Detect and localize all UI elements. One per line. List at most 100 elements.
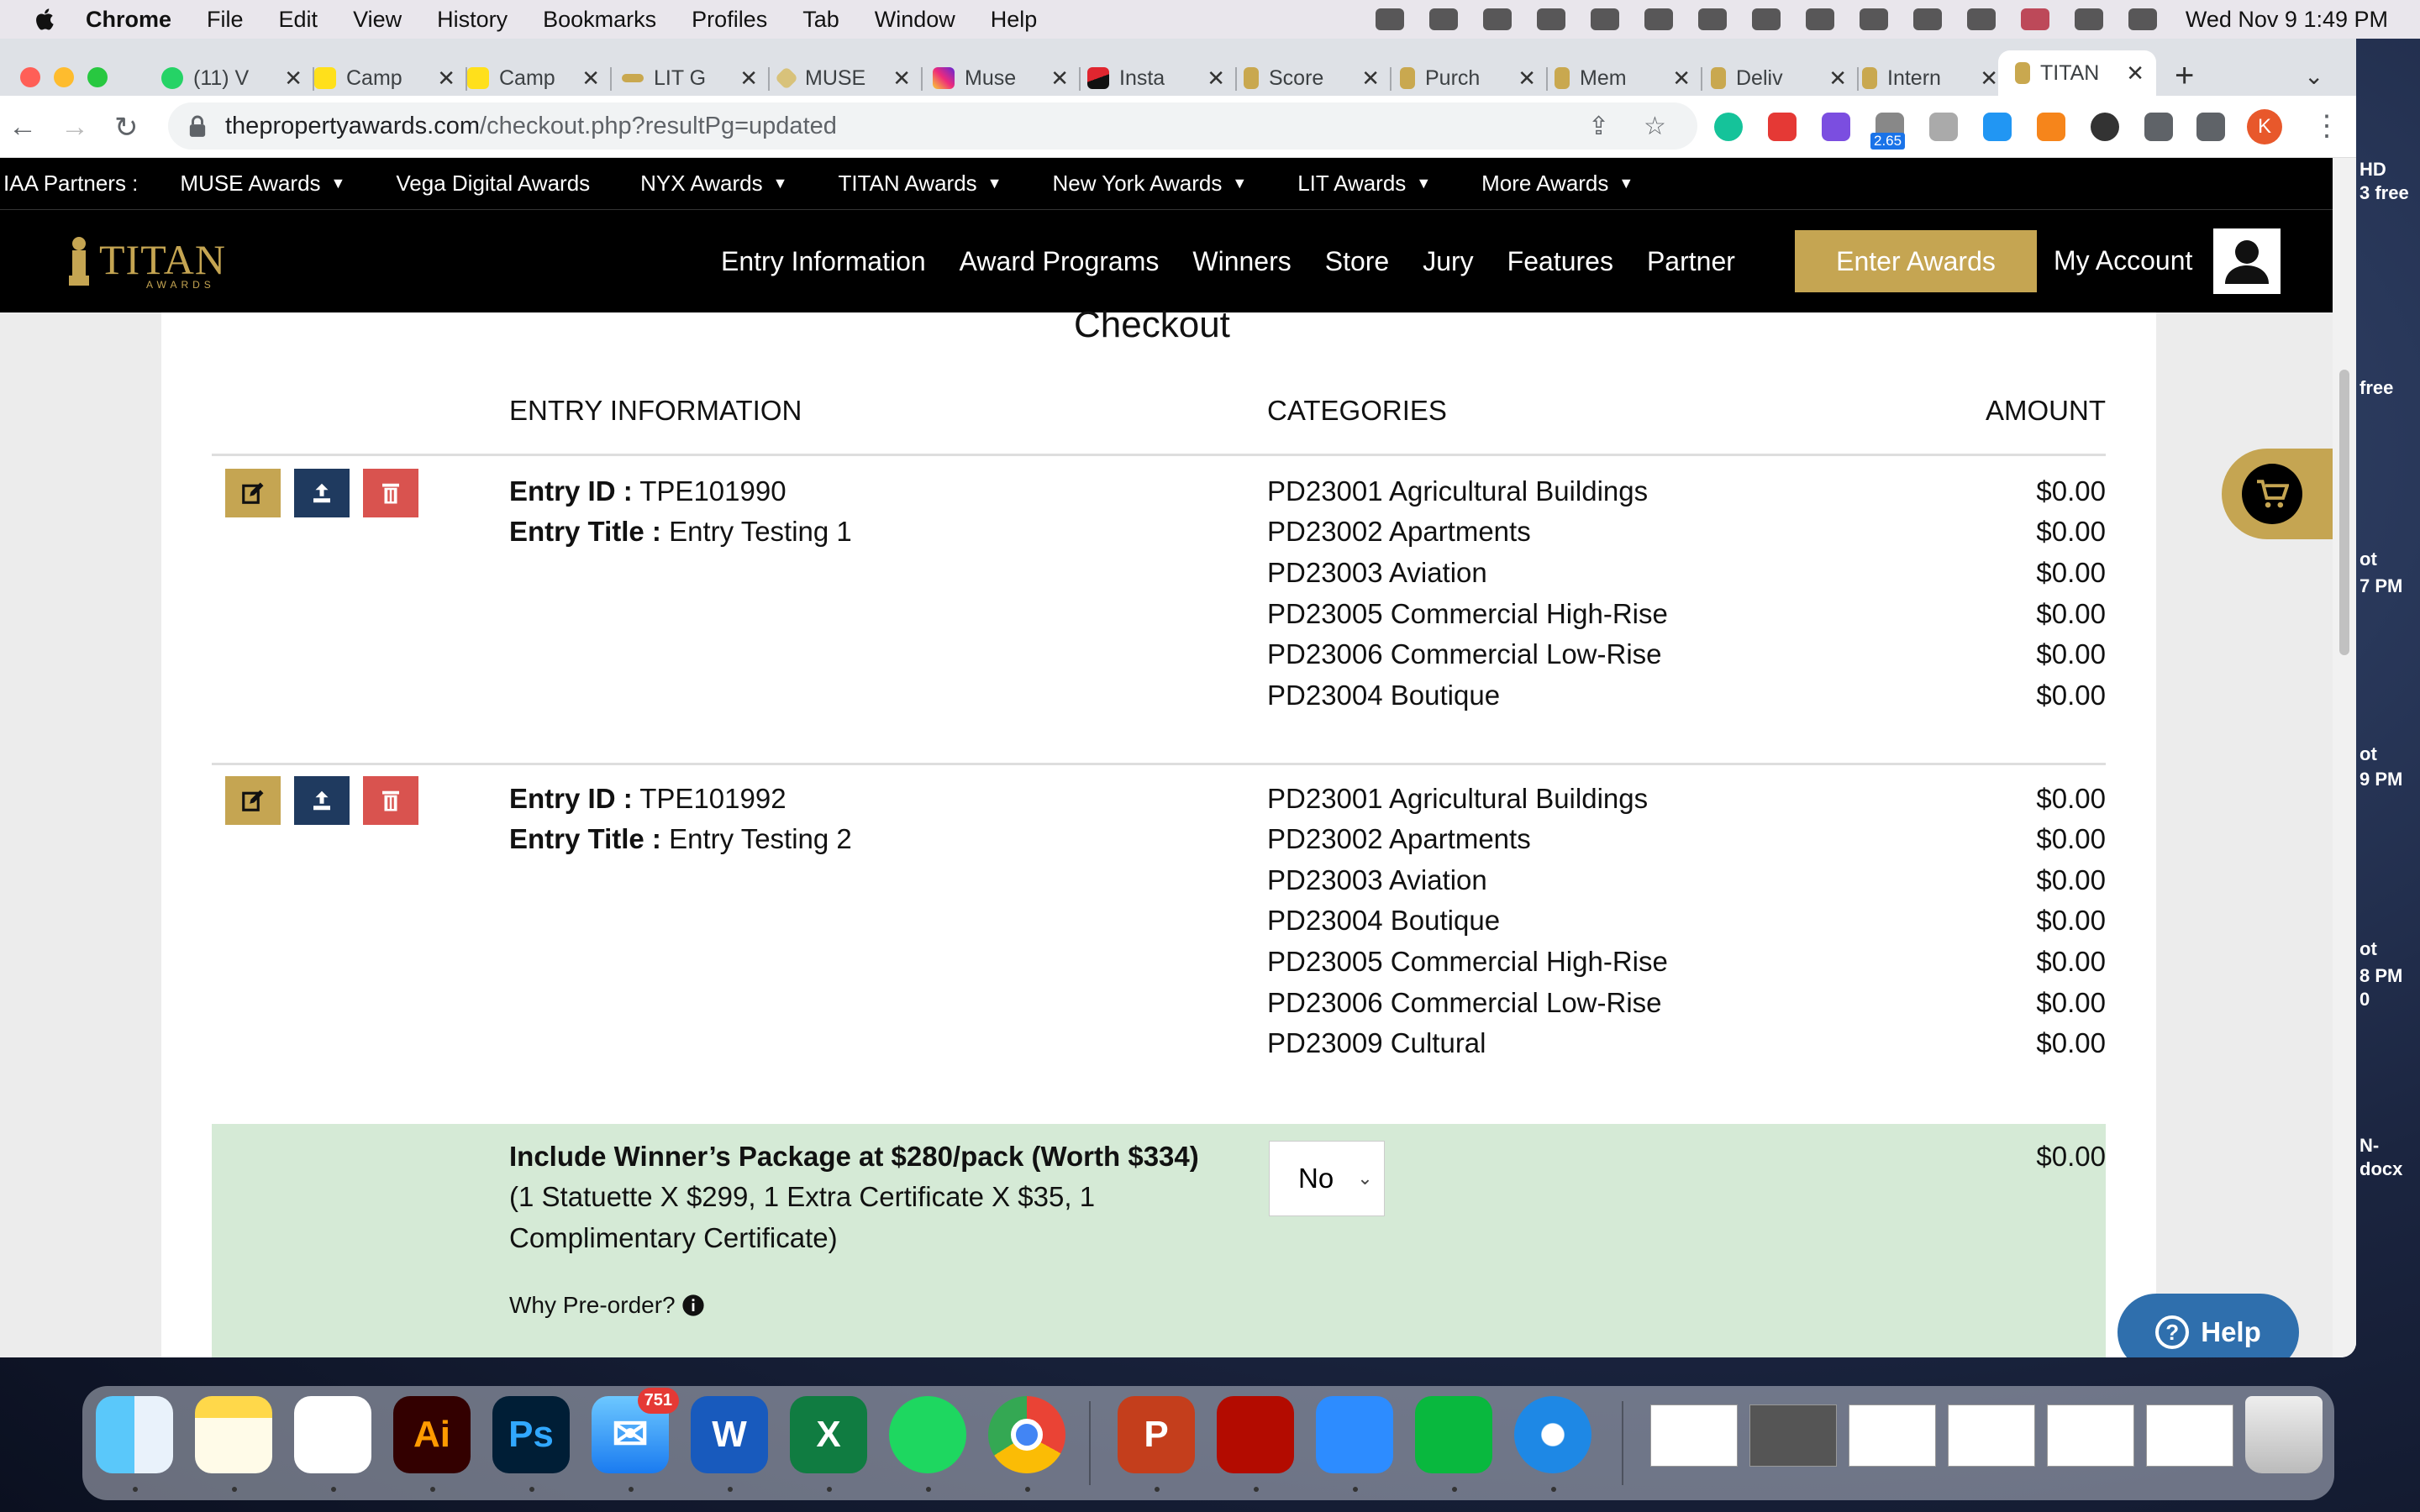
partner-lit[interactable]: LIT Awards ▼ — [1297, 171, 1431, 197]
edit-entry-button[interactable] — [225, 776, 281, 825]
nav-jury[interactable]: Jury — [1423, 246, 1473, 277]
nav-features[interactable]: Features — [1507, 246, 1613, 277]
metamask-extension-icon[interactable] — [2037, 113, 2065, 141]
close-tab-icon[interactable]: ✕ — [739, 66, 758, 92]
minimized-chrome-window[interactable] — [1849, 1404, 1936, 1467]
reload-icon[interactable]: ↻ — [114, 111, 139, 144]
tab-score[interactable]: Score ✕ — [1244, 60, 1392, 96]
close-tab-icon[interactable]: ✕ — [581, 66, 600, 92]
close-tab-icon[interactable]: ✕ — [2126, 60, 2144, 87]
bluetooth-icon[interactable] — [1859, 8, 1888, 30]
partner-titan[interactable]: TITAN Awards ▼ — [838, 171, 1002, 197]
new-tab-button[interactable]: + — [2175, 57, 2194, 95]
zoom-window-button[interactable] — [87, 67, 108, 87]
partner-nyx[interactable]: NYX Awards ▼ — [640, 171, 787, 197]
reminders-icon[interactable] — [294, 1396, 371, 1473]
tab-insta[interactable]: Insta ✕ — [1087, 60, 1237, 96]
download-extension-icon[interactable] — [1983, 113, 2012, 141]
minimized-wechat-window[interactable] — [2146, 1404, 2233, 1467]
avast-icon[interactable] — [1751, 8, 1781, 30]
delete-entry-button[interactable] — [363, 469, 418, 517]
close-tab-icon[interactable]: ✕ — [284, 66, 302, 92]
wifi-icon[interactable] — [1966, 8, 1996, 30]
spotlight-search-icon[interactable] — [2074, 8, 2103, 30]
user-account-icon[interactable] — [2213, 228, 2281, 294]
minimized-illustrator-window[interactable] — [1749, 1404, 1837, 1467]
tab-muse[interactable]: MUSE ✕ — [774, 60, 923, 96]
menu-edit[interactable]: Edit — [279, 7, 318, 33]
wd-drive-icon[interactable] — [1428, 8, 1458, 30]
wechat-status-icon[interactable] — [1697, 8, 1727, 30]
menu-clock[interactable]: Wed Nov 9 1:49 PM — [2186, 7, 2388, 33]
scrollbar-thumb[interactable] — [2339, 370, 2349, 655]
word-icon[interactable]: W — [691, 1396, 768, 1473]
minimize-window-button[interactable] — [54, 67, 74, 87]
photoshop-icon[interactable]: Ps — [492, 1396, 570, 1473]
dropbox-icon[interactable] — [1536, 8, 1565, 30]
tab-mailchimp-2[interactable]: Camp ✕ — [467, 60, 612, 96]
tab-purchase[interactable]: Purch ✕ — [1400, 60, 1548, 96]
mail-icon[interactable]: ✉ 751 — [592, 1388, 679, 1473]
finder-icon[interactable] — [96, 1396, 173, 1473]
menu-profiles[interactable]: Profiles — [692, 7, 767, 33]
nav-winners[interactable]: Winners — [1192, 246, 1291, 277]
share-icon[interactable]: ⇪ — [1588, 112, 1609, 141]
video-extension-icon[interactable] — [1768, 113, 1797, 141]
us-flag-icon[interactable] — [2020, 8, 2049, 30]
tab-member[interactable]: Mem ✕ — [1555, 60, 1702, 96]
chrome-icon[interactable] — [988, 1396, 1065, 1473]
forward-arrow-icon[interactable]: → — [60, 111, 89, 144]
close-tab-icon[interactable]: ✕ — [437, 66, 455, 92]
tab-intern[interactable]: Intern ✕ — [1862, 60, 2010, 96]
safari-icon[interactable] — [1514, 1396, 1591, 1473]
rocket-icon[interactable] — [1590, 8, 1619, 30]
minimized-finder-window[interactable] — [2047, 1404, 2134, 1467]
close-tab-icon[interactable]: ✕ — [892, 66, 911, 92]
nav-entry-information[interactable]: Entry Information — [721, 246, 926, 277]
grammarly-extension-icon[interactable] — [1714, 113, 1743, 141]
person-extension-icon[interactable] — [2091, 113, 2119, 141]
airport-icon[interactable] — [1644, 8, 1673, 30]
battery-icon[interactable] — [1912, 8, 1942, 30]
close-tab-icon[interactable]: ✕ — [1518, 66, 1536, 92]
delete-entry-button[interactable] — [363, 776, 418, 825]
menu-tab[interactable]: Tab — [802, 7, 839, 33]
tab-instagram[interactable]: Muse ✕ — [933, 60, 1081, 96]
close-tab-icon[interactable]: ✕ — [1361, 66, 1380, 92]
notes-icon[interactable] — [195, 1396, 272, 1473]
info-icon[interactable] — [681, 1294, 705, 1317]
s-extension-icon[interactable] — [1822, 113, 1850, 141]
menu-bookmarks[interactable]: Bookmarks — [543, 7, 656, 33]
package-select[interactable]: No ⌄ — [1269, 1141, 1385, 1216]
nav-store[interactable]: Store — [1325, 246, 1389, 277]
minimized-safari-window[interactable] — [1948, 1404, 2035, 1467]
apple-icon[interactable] — [32, 6, 59, 33]
volume-icon[interactable] — [1805, 8, 1834, 30]
menu-file[interactable]: File — [207, 7, 244, 33]
nav-award-programs[interactable]: Award Programs — [960, 246, 1160, 277]
my-account-link[interactable]: My Account — [2054, 245, 2192, 276]
partner-new-york[interactable]: New York Awards ▼ — [1053, 171, 1248, 197]
tab-whatsapp[interactable]: (11) V ✕ — [161, 60, 314, 96]
close-tab-icon[interactable]: ✕ — [1672, 66, 1691, 92]
enter-awards-button[interactable]: Enter Awards — [1795, 230, 2037, 292]
bookmark-star-icon[interactable]: ☆ — [1644, 112, 1666, 141]
nav-partner[interactable]: Partner — [1647, 246, 1735, 277]
illustrator-icon[interactable]: Ai — [393, 1396, 471, 1473]
help-button[interactable]: ? Help — [2118, 1294, 2299, 1357]
cart-button[interactable] — [2222, 449, 2333, 539]
partner-vega[interactable]: Vega Digital Awards — [396, 171, 590, 197]
puzzle-extensions-icon[interactable] — [2144, 113, 2173, 141]
spotify-icon[interactable] — [889, 1396, 966, 1473]
edit-entry-button[interactable] — [225, 469, 281, 517]
powerpoint-icon[interactable]: P — [1118, 1396, 1195, 1473]
page-scrollbar[interactable] — [2333, 158, 2356, 1357]
sync-icon[interactable] — [1482, 8, 1512, 30]
why-preorder-link[interactable]: Why Pre-order? — [509, 1292, 705, 1319]
upload-entry-button[interactable] — [294, 776, 350, 825]
wechat-icon[interactable] — [1415, 1396, 1492, 1473]
tab-mailchimp-1[interactable]: Camp ✕ — [314, 60, 467, 96]
partner-more[interactable]: More Awards ▼ — [1481, 171, 1634, 197]
camera-extension-icon[interactable] — [1929, 113, 1958, 141]
minimized-excel-window[interactable] — [1650, 1404, 1738, 1467]
